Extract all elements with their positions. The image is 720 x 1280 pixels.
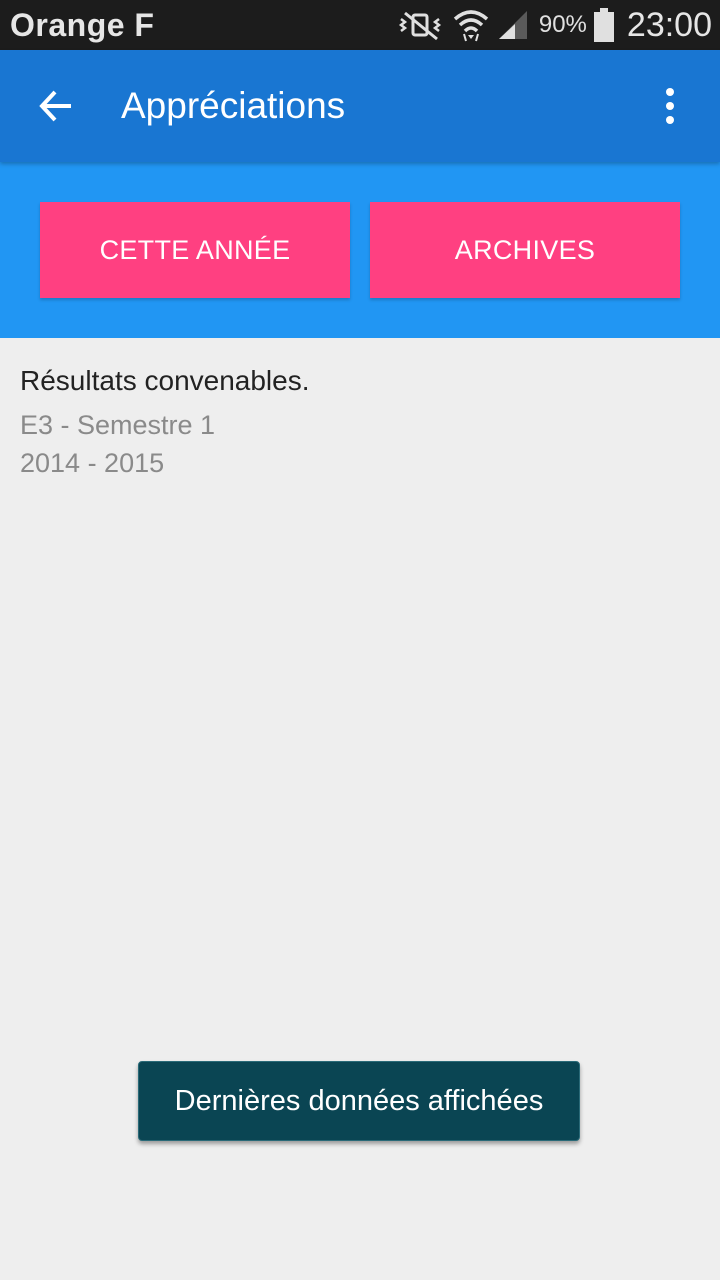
tab-bar: CETTE ANNÉE ARCHIVES <box>0 162 720 338</box>
signal-icon <box>497 9 529 41</box>
tab-archives[interactable]: ARCHIVES <box>370 202 680 298</box>
list-item[interactable]: Résultats convenables. E3 - Semestre 1 2… <box>20 362 700 482</box>
entry-period: E3 - Semestre 1 <box>20 410 216 440</box>
back-button[interactable] <box>28 78 84 134</box>
entry-year: 2014 - 2015 <box>20 448 165 478</box>
clock: 23:00 <box>626 5 712 44</box>
status-bar: Orange F 90% 23:00 <box>0 0 720 50</box>
wifi-icon <box>453 8 489 42</box>
arrow-back-icon <box>39 90 71 122</box>
overflow-menu-button[interactable] <box>642 78 698 134</box>
toast-message: Dernières données affichées <box>138 1061 580 1141</box>
status-icons: 90% 23:00 <box>389 4 712 46</box>
tab-this-year[interactable]: CETTE ANNÉE <box>40 202 350 298</box>
battery-icon <box>593 8 615 42</box>
vibrate-mute-icon <box>397 9 445 41</box>
battery-percent: 90% <box>538 11 587 38</box>
more-vert-icon <box>666 88 674 124</box>
entry-title: Résultats convenables. <box>20 365 310 396</box>
app-bar: Appréciations <box>0 50 720 162</box>
page-title: Appréciations <box>121 85 346 126</box>
carrier-name: Orange F <box>10 7 155 43</box>
